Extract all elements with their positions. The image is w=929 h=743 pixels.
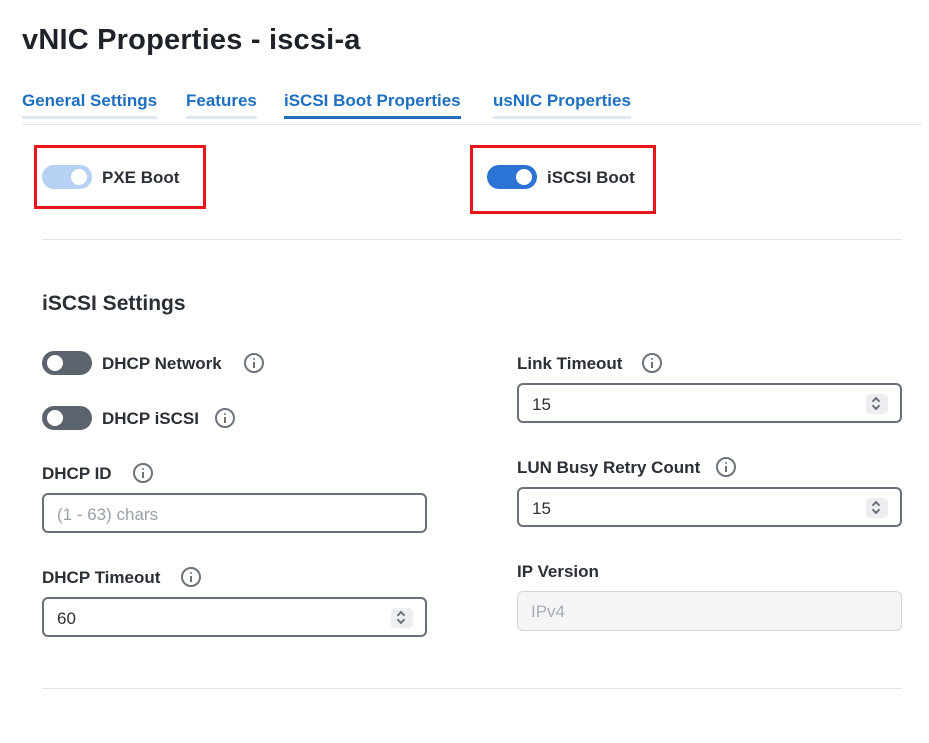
iscsi-boot-toggle[interactable]: [487, 165, 537, 189]
dhcp-id-info-icon[interactable]: [133, 463, 153, 483]
divider-top: [42, 239, 902, 240]
page-title: vNIC Properties - iscsi-a: [22, 24, 361, 56]
lun-busy-retry-count-info-icon[interactable]: [716, 457, 736, 477]
dhcp-id-label: DHCP ID: [42, 464, 112, 483]
chevron-down-icon[interactable]: [871, 505, 881, 515]
ip-version-label: IP Version: [517, 562, 599, 581]
lun-busy-retry-count-stepper[interactable]: 15: [517, 487, 902, 527]
iscsi-boot-label: iSCSI Boot: [547, 168, 635, 187]
dhcp-network-toggle[interactable]: [42, 351, 92, 375]
dhcp-iscsi-info-icon[interactable]: [215, 408, 235, 428]
dhcp-network-label: DHCP Network: [102, 354, 222, 373]
dhcp-timeout-spinner[interactable]: [391, 608, 413, 628]
dhcp-iscsi-toggle[interactable]: [42, 406, 92, 430]
dhcp-timeout-label: DHCP Timeout: [42, 568, 161, 587]
link-timeout-label: Link Timeout: [517, 354, 623, 373]
chevron-down-icon[interactable]: [396, 615, 406, 625]
link-timeout-value: 15: [532, 395, 551, 414]
lun-busy-retry-count-value: 15: [532, 499, 551, 518]
dhcp-timeout-stepper[interactable]: 60: [42, 597, 427, 637]
section-title: iSCSI Settings: [42, 292, 186, 315]
tab-iscsi-boot-properties[interactable]: iSCSI Boot Properties: [284, 91, 461, 119]
tab-features[interactable]: Features: [186, 91, 257, 119]
tab-bar: General Settings Features iSCSI Boot Pro…: [22, 88, 922, 125]
dhcp-iscsi-label: DHCP iSCSI: [102, 409, 199, 428]
dhcp-timeout-info-icon[interactable]: [181, 567, 201, 587]
link-timeout-spinner[interactable]: [866, 394, 888, 414]
link-timeout-info-icon[interactable]: [642, 353, 662, 373]
lun-busy-retry-count-label: LUN Busy Retry Count: [517, 458, 701, 477]
chevron-down-icon[interactable]: [871, 401, 881, 411]
tab-usnic-properties[interactable]: usNIC Properties: [493, 91, 631, 119]
dhcp-id-field[interactable]: (1 - 63) chars: [42, 493, 427, 533]
lun-busy-retry-count-spinner[interactable]: [866, 498, 888, 518]
dhcp-network-info-icon[interactable]: [244, 353, 264, 373]
tab-general-settings[interactable]: General Settings: [22, 91, 158, 119]
ip-version-value: IPv4: [531, 602, 566, 621]
link-timeout-stepper[interactable]: 15: [517, 383, 902, 423]
divider-bottom: [42, 688, 902, 689]
pxe-boot-toggle[interactable]: [42, 165, 92, 189]
ip-version-select: IPv4: [517, 591, 902, 631]
dhcp-timeout-value: 60: [57, 609, 76, 628]
dhcp-id-placeholder: (1 - 63) chars: [57, 505, 159, 524]
pxe-boot-label: PXE Boot: [102, 168, 180, 187]
